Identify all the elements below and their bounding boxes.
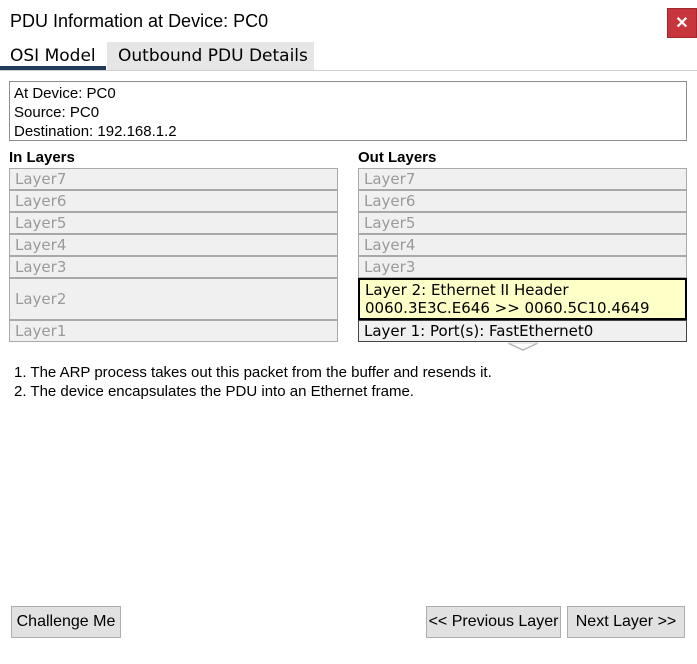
challenge-me-button[interactable]: Challenge Me [11, 606, 121, 638]
tab-divider [0, 70, 697, 71]
at-device-text: At Device: PC0 [14, 85, 116, 102]
tab-outbound-pdu-details[interactable]: Outbound PDU Details [107, 42, 314, 70]
destination-text: Destination: 192.168.1.2 [14, 123, 177, 140]
layer2-mac-text: 0060.3E3C.E646 >> 0060.5C10.4649 [365, 299, 650, 317]
note-item: 2. The device encapsulates the PDU into … [14, 383, 414, 400]
window-title: PDU Information at Device: PC0 [10, 11, 269, 31]
in-layer-5[interactable]: Layer5 [9, 212, 338, 234]
out-layer-7[interactable]: Layer7 [358, 168, 687, 190]
out-layer-6[interactable]: Layer6 [358, 190, 687, 212]
out-layer-5[interactable]: Layer5 [358, 212, 687, 234]
out-layer-3[interactable]: Layer3 [358, 256, 687, 278]
in-layer-1[interactable]: Layer1 [9, 320, 338, 342]
in-layer-7[interactable]: Layer7 [9, 168, 338, 190]
out-layer-2-active[interactable]: Layer 2: Ethernet II Header 0060.3E3C.E6… [358, 278, 687, 320]
in-layer-2[interactable]: Layer2 [9, 278, 338, 320]
out-layer-1-active[interactable]: Layer 1: Port(s): FastEthernet0 [358, 320, 687, 342]
previous-layer-button[interactable]: << Previous Layer [426, 606, 561, 638]
process-notes: 1. The ARP process takes out this packet… [14, 363, 492, 401]
in-layer-6[interactable]: Layer6 [9, 190, 338, 212]
close-button[interactable]: ✕ [667, 8, 697, 38]
in-layer-4[interactable]: Layer4 [9, 234, 338, 256]
next-layer-button[interactable]: Next Layer >> [567, 606, 685, 638]
layer2-header-text: Layer 2: Ethernet II Header [365, 281, 569, 299]
down-arrow-icon [507, 342, 539, 351]
in-layers-heading: In Layers [9, 149, 75, 166]
source-text: Source: PC0 [14, 104, 100, 121]
close-icon: ✕ [675, 15, 689, 32]
note-item: 1. The ARP process takes out this packet… [14, 364, 492, 381]
out-layer-4[interactable]: Layer4 [358, 234, 687, 256]
out-layers-heading: Out Layers [358, 149, 437, 166]
in-layer-3[interactable]: Layer3 [9, 256, 338, 278]
device-info-box: At Device: PC0 Source: PC0 Destination: … [9, 81, 687, 141]
